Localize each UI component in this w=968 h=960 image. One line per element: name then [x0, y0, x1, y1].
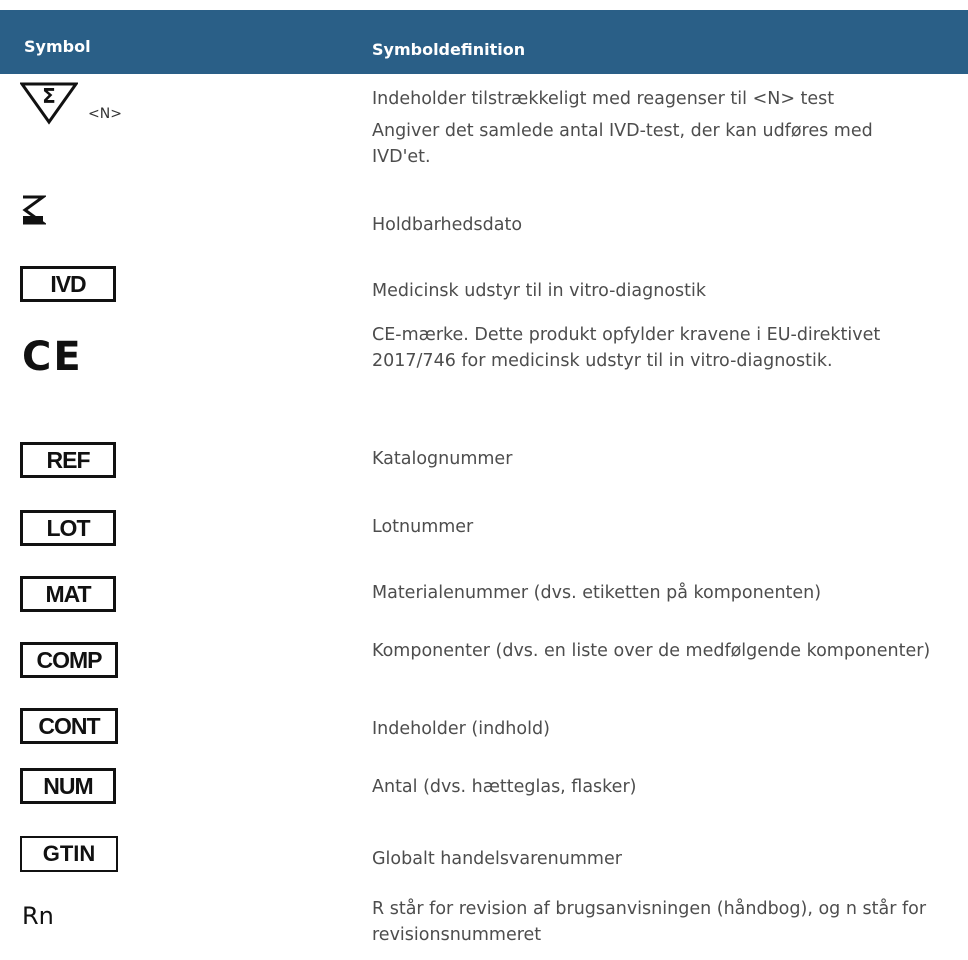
table-row: MAT Materialenummer (dvs. etiketten på k… [0, 562, 968, 626]
table-row: COMP Komponenter (dvs. en liste over de … [0, 626, 968, 694]
definition-column-header: Symboldefinition [372, 40, 526, 59]
table-row: Σ <N> Indeholder tilstrækkeligt med reag… [0, 80, 968, 190]
definition: R står for revision af brugsanvisningen … [372, 899, 927, 945]
definition: Indeholder (indhold) [372, 719, 550, 739]
table-row: Rn R står for revision af brugsanvisning… [0, 890, 968, 960]
table-row: LOT Lotnummer [0, 494, 968, 562]
definition: Holdbarhedsdato [372, 215, 523, 235]
mat-symbol-box: MAT [20, 576, 116, 612]
n-subscript: <N> [88, 106, 122, 122]
definition: Medicinsk udstyr til in vitro-diagnostik [372, 281, 706, 301]
table-row: IVD Medicinsk udstyr til in vitro-diagno… [0, 256, 968, 320]
num-symbol-box: NUM [20, 768, 116, 804]
definition: Antal (dvs. hætteglas, flasker) [372, 777, 637, 797]
definition: Indeholder tilstrækkeligt med reagenser … [372, 89, 873, 167]
comp-symbol-box: COMP [20, 642, 118, 678]
definition: Lotnummer [372, 517, 474, 537]
table-row: NUM Antal (dvs. hætteglas, flasker) [0, 760, 968, 826]
table-row: Holdbarhedsdato [0, 190, 968, 256]
svg-text:Σ: Σ [42, 84, 56, 108]
table-header: Symbol Symboldefinition [0, 10, 968, 74]
definition: CE-mærke. Dette produkt opfylder kravene… [372, 325, 881, 371]
ref-symbol-box: REF [20, 442, 116, 478]
definition: Materialenummer (dvs. etiketten på kompo… [372, 583, 822, 603]
table-row: CONT Indeholder (indhold) [0, 694, 968, 760]
definition: Komponenter (dvs. en liste over de medfø… [372, 641, 931, 661]
table-row: CE CE-mærke. Dette produkt opfylder krav… [0, 320, 968, 428]
definition: Globalt handelsvarenummer [372, 849, 622, 869]
table-row: REF Katalognummer [0, 428, 968, 494]
symbol-column-header: Symbol [24, 37, 91, 56]
revision-symbol: Rn [22, 902, 54, 930]
definition: Katalognummer [372, 449, 513, 469]
lot-symbol-box: LOT [20, 510, 116, 546]
table-row: GTIN Globalt handelsvarenummer [0, 826, 968, 892]
gtin-symbol-box: GTIN [20, 836, 118, 872]
cont-symbol-box: CONT [20, 708, 118, 744]
ivd-symbol-box: IVD [20, 266, 116, 302]
